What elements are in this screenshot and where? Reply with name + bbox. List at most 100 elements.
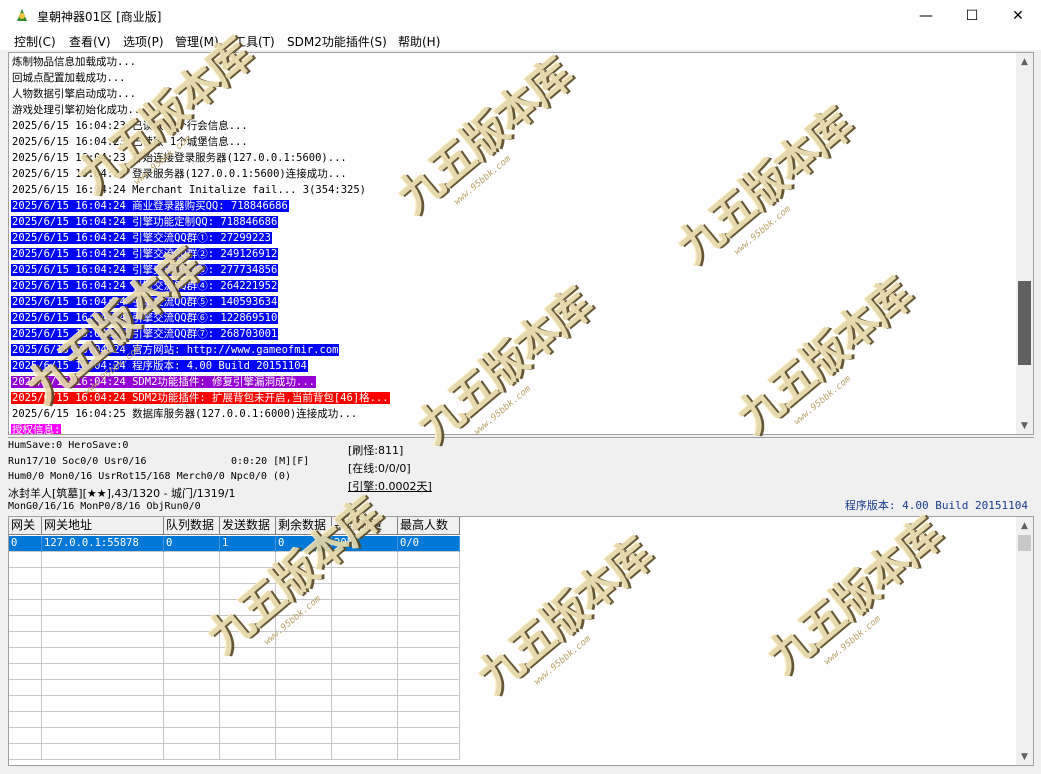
- table-cell: [398, 744, 460, 760]
- col-queue-data[interactable]: 队列数据: [164, 517, 220, 535]
- table-cell: [9, 584, 42, 600]
- log-scroll-thumb[interactable]: [1018, 281, 1031, 365]
- table-cell: [42, 648, 164, 664]
- menu-control[interactable]: 控制(C): [14, 33, 56, 50]
- table-cell: [220, 648, 276, 664]
- scroll-down-icon[interactable]: ▼: [1016, 417, 1033, 434]
- table-cell: [164, 728, 220, 744]
- menu-view[interactable]: 查看(V): [69, 33, 111, 50]
- table-row[interactable]: [9, 600, 460, 616]
- log-line-text: 授权信息:: [11, 424, 62, 435]
- table-cell: [42, 712, 164, 728]
- log-line-text: 2025/6/15 16:04:24 程序版本: 4.00 Build 2015…: [11, 360, 308, 372]
- col-avg-traffic[interactable]: 平均流量: [332, 517, 398, 535]
- table-cell: [220, 552, 276, 568]
- log-panel[interactable]: 炼制物品信息加载成功... 回城点配置加载成功... 人物数据引擎启动成功... 游戏…: [8, 52, 1034, 435]
- gateway-table: 网关 网关地址 队列数据 发送数据 剩余数据 平均流量 最高人数 0 127.0.…: [8, 516, 1034, 766]
- log-line: 2025/6/15 16:04:23 已读取 0个行会信息...: [11, 118, 1011, 134]
- monster-gen-status: MonG0/16/16 MonP0/8/16 ObjRun0/0: [8, 501, 201, 512]
- status-panel: HumSave:0 HeroSave:0 Run17/10 Soc0/0 Usr…: [8, 437, 1034, 515]
- table-row[interactable]: [9, 632, 460, 648]
- table-cell: [164, 744, 220, 760]
- log-line: 游戏处理引擎初始化成功...: [11, 102, 1011, 118]
- log-line-text: 人物数据引擎启动成功...: [12, 88, 136, 100]
- log-line-text: 2025/6/15 16:04:24 Merchant Initalize fa…: [12, 184, 367, 196]
- menu-manage[interactable]: 管理(M): [175, 33, 219, 50]
- table-row[interactable]: [9, 712, 460, 728]
- save-status: HumSave:0 HeroSave:0: [8, 440, 129, 451]
- log-line: 2025/6/15 16:04:24 SDM2功能插件: 修复引擎漏洞成功...: [11, 374, 1011, 390]
- close-button[interactable]: ✕: [995, 0, 1041, 31]
- table-cell: [398, 600, 460, 616]
- table-cell: [220, 600, 276, 616]
- log-line-text: 游戏处理引擎初始化成功...: [12, 104, 147, 116]
- table-row[interactable]: [9, 648, 460, 664]
- table-row[interactable]: [9, 696, 460, 712]
- table-row[interactable]: [9, 664, 460, 680]
- table-cell: [42, 616, 164, 632]
- log-line: 2025/6/15 16:04:24 Merchant Initalize fa…: [11, 182, 1011, 198]
- log-line: 2025/6/15 16:04:24 引擎交流QQ群①: 27299223: [11, 230, 1011, 246]
- maximize-button[interactable]: ☐: [949, 0, 995, 31]
- table-row[interactable]: [9, 584, 460, 600]
- table-row[interactable]: [9, 744, 460, 760]
- table-cell: [42, 696, 164, 712]
- scroll-up-icon[interactable]: ▲: [1016, 53, 1033, 70]
- run-status: Run17/10 Soc0/0 Usr0/16: [8, 456, 147, 467]
- minimize-button[interactable]: —: [903, 0, 949, 31]
- menu-tools[interactable]: 工具(T): [234, 33, 275, 50]
- menu-help[interactable]: 帮助(H): [398, 33, 440, 50]
- log-line-text: 炼制物品信息加载成功...: [12, 56, 136, 68]
- col-gateway[interactable]: 网关: [9, 517, 42, 535]
- title-bar: 皇朝神器01区 [商业版] — ☐ ✕: [0, 0, 1041, 31]
- log-line: 2025/6/15 16:04:24 引擎交流QQ群⑥: 122869510: [11, 310, 1011, 326]
- table-cell: [220, 744, 276, 760]
- table-cell: [220, 584, 276, 600]
- table-cell: [220, 616, 276, 632]
- log-line-text: 2025/6/15 16:04:24 SDM2功能插件: 扩展背包未开启,当前背…: [11, 392, 390, 404]
- table-cell: [9, 744, 42, 760]
- table-scroll-up-icon[interactable]: ▲: [1016, 517, 1033, 534]
- log-line: 2025/6/15 16:04:25 数据库服务器(127.0.0.1:6000…: [11, 406, 1011, 422]
- log-line: 2025/6/15 16:04:24 商业登录器购买QQ: 718846686: [11, 198, 1011, 214]
- col-gateway-address[interactable]: 网关地址: [42, 517, 164, 535]
- table-cell: [332, 696, 398, 712]
- log-line-text: 2025/6/15 16:04:24 引擎功能定制QQ: 718846686: [11, 216, 279, 228]
- table-cell: [164, 600, 220, 616]
- online-count: [在线:0/0/0]: [348, 462, 411, 475]
- table-cell: [398, 632, 460, 648]
- table-cell: [276, 712, 332, 728]
- log-line: 2025/6/15 16:04:23 开始连接登录服务器(127.0.0.1:5…: [11, 150, 1011, 166]
- table-scroll-down-icon[interactable]: ▼: [1016, 748, 1033, 765]
- col-max-users[interactable]: 最高人数: [398, 517, 460, 535]
- log-line-text: 2025/6/15 16:04:24 引擎交流QQ群⑤: 140593634: [11, 296, 279, 308]
- menu-sdm2-plugin[interactable]: SDM2功能插件(S): [287, 33, 387, 50]
- log-scrollbar[interactable]: ▲ ▼: [1016, 53, 1033, 434]
- log-line-text: 2025/6/15 16:04:24 引擎交流QQ群⑥: 122869510: [11, 312, 279, 324]
- table-row[interactable]: [9, 728, 460, 744]
- table-cell: [9, 728, 42, 744]
- table-row[interactable]: [9, 552, 460, 568]
- program-version: 程序版本: 4.00 Build 20151104: [844, 499, 1028, 512]
- table-cell: [332, 744, 398, 760]
- table-row[interactable]: [9, 680, 460, 696]
- table-cell: 0: [276, 536, 332, 552]
- table-scroll-thumb[interactable]: [1018, 535, 1031, 551]
- log-line: 2025/6/15 16:04:24 引擎功能定制QQ: 718846686: [11, 214, 1011, 230]
- table-row[interactable]: 0 127.0.0.1:55878 0 1 0 205 0/0: [9, 536, 460, 552]
- menu-options[interactable]: 选项(P): [123, 33, 164, 50]
- table-cell: 205: [332, 536, 398, 552]
- table-cell: 1: [220, 536, 276, 552]
- table-cell: [42, 632, 164, 648]
- table-scrollbar[interactable]: ▲ ▼: [1016, 517, 1033, 765]
- table-cell: [276, 728, 332, 744]
- col-sent-data[interactable]: 发送数据: [220, 517, 276, 535]
- table-row[interactable]: [9, 568, 460, 584]
- engine-days[interactable]: [引擎:0.0002天]: [348, 478, 432, 494]
- col-remaining-data[interactable]: 剩余数据: [276, 517, 332, 535]
- log-line-text: 2025/6/15 16:04:24 官方网站: http://www.game…: [11, 344, 340, 356]
- gateway-grid: 网关 网关地址 队列数据 发送数据 剩余数据 平均流量 最高人数 0 127.0.…: [9, 517, 460, 765]
- table-cell: [164, 680, 220, 696]
- table-cell: [220, 712, 276, 728]
- table-row[interactable]: [9, 616, 460, 632]
